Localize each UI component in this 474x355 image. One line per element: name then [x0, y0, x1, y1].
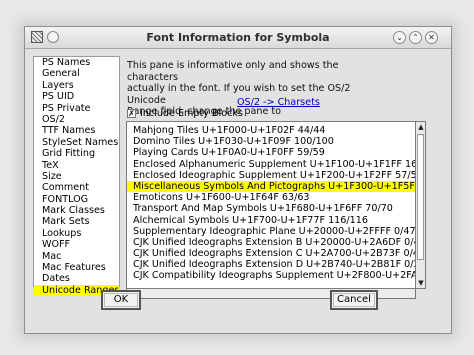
range-row[interactable]: CJK Unified Ideographs Extension D U+2B7…: [133, 259, 415, 270]
include-empty-blocks-label: Include Empty Blocks: [140, 108, 243, 119]
range-row[interactable]: Enclosed Ideographic Supplement U+1F200-…: [133, 170, 415, 181]
checkmark-icon: ✗: [128, 109, 135, 118]
sidebar-item-ps-private[interactable]: PS Private: [34, 103, 119, 114]
close-icon: ✕: [428, 33, 435, 42]
close-button[interactable]: ✕: [425, 31, 438, 44]
ok-button[interactable]: OK: [101, 290, 141, 310]
range-row[interactable]: Emoticons U+1F600-U+1F64F 63/63: [133, 192, 415, 203]
sidebar-item-woff[interactable]: WOFF: [34, 239, 119, 250]
include-empty-blocks-checkbox[interactable]: ✗: [127, 109, 136, 118]
cancel-button-label: Cancel: [333, 293, 375, 307]
sidebar-item-grid-fitting[interactable]: Grid Fitting: [34, 148, 119, 159]
vertical-scrollbar[interactable]: ▲ ▼: [416, 121, 426, 289]
range-row[interactable]: CJK Unified Ideographs Extension B U+200…: [133, 237, 415, 248]
cancel-button[interactable]: Cancel: [330, 290, 378, 310]
sidebar-item-ps-uid[interactable]: PS UID: [34, 91, 119, 102]
range-row[interactable]: Enclosed Alphanumeric Supplement U+1F100…: [133, 159, 415, 170]
unicode-ranges-list[interactable]: Mahjong Tiles U+1F000-U+1F02F 44/44 Domin…: [126, 121, 416, 289]
range-row[interactable]: CJK Compatibility Ideographs Supplement …: [133, 270, 415, 281]
sidebar-item-mark-classes[interactable]: Mark Classes: [34, 205, 119, 216]
maximize-button[interactable]: ⌃: [409, 31, 422, 44]
sidebar-item-mark-sets[interactable]: Mark Sets: [34, 216, 119, 227]
sidebar-item-comment[interactable]: Comment: [34, 182, 119, 193]
os2-charsets-link[interactable]: OS/2 -> Charsets: [237, 97, 320, 108]
sidebar-item-tex[interactable]: TeX: [34, 160, 119, 171]
range-row[interactable]: Alchemical Symbols U+1F700-U+1F77F 116/1…: [133, 215, 415, 226]
window-title: Font Information for Symbola: [146, 31, 330, 44]
title-bar[interactable]: Font Information for Symbola ⌄ ⌃ ✕: [25, 27, 451, 49]
sidebar-item-size[interactable]: Size: [34, 171, 119, 182]
chevron-down-icon: ⌄: [396, 33, 403, 42]
sidebar-item-os-2[interactable]: OS/2: [34, 114, 119, 125]
range-row[interactable]: Mahjong Tiles U+1F000-U+1F02F 44/44: [133, 125, 415, 136]
range-row[interactable]: Playing Cards U+1F0A0-U+1F0FF 59/59: [133, 147, 415, 158]
sidebar-item-lookups[interactable]: Lookups: [34, 228, 119, 239]
description-line: This pane is informative only and shows …: [127, 60, 339, 83]
sidebar-item-fontlog[interactable]: FONTLOG: [34, 194, 119, 205]
chevron-up-icon: ⌃: [412, 33, 419, 42]
sidebar-item-ps-names[interactable]: PS Names: [34, 57, 119, 68]
sidebar-item-general[interactable]: General: [34, 68, 119, 79]
range-row[interactable]: Transport And Map Symbols U+1F680-U+1F6F…: [133, 203, 415, 214]
sidebar-item-layers[interactable]: Layers: [34, 80, 119, 91]
range-row[interactable]: Supplementary Ideographic Plane U+20000-…: [133, 226, 415, 237]
range-row[interactable]: CJK Unified Ideographs Extension C U+2A7…: [133, 248, 415, 259]
minimize-button[interactable]: ⌄: [393, 31, 406, 44]
sidebar-item-mac[interactable]: Mac: [34, 251, 119, 262]
scroll-up-icon[interactable]: ▲: [417, 123, 425, 131]
ok-button-label: OK: [104, 293, 138, 307]
font-info-dialog: Font Information for Symbola ⌄ ⌃ ✕ PS Na…: [24, 26, 452, 334]
range-row[interactable]: Miscellaneous Symbols And Pictographs U+…: [127, 180, 415, 193]
range-row[interactable]: Domino Tiles U+1F030-U+1F09F 100/100: [133, 136, 415, 147]
sidebar-item-dates[interactable]: Dates: [34, 273, 119, 284]
section-list: PS Names General Layers PS UID PS Private OS/…: [33, 56, 120, 297]
sidebar-item-styleset-names[interactable]: StyleSet Names: [34, 137, 119, 148]
scroll-thumb[interactable]: [417, 134, 424, 260]
scroll-down-icon[interactable]: ▼: [417, 279, 425, 287]
sidebar-item-ttf-names[interactable]: TTF Names: [34, 125, 119, 136]
sidebar-item-mac-features[interactable]: Mac Features: [34, 262, 119, 273]
